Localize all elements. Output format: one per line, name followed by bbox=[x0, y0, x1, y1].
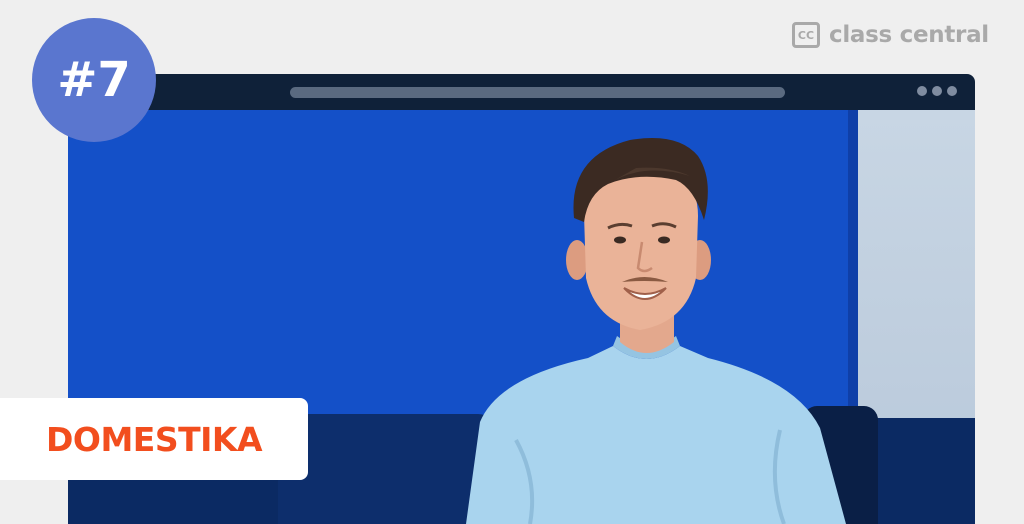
sweater bbox=[466, 346, 846, 524]
left-eye bbox=[614, 236, 626, 244]
provider-logo-card: DOMESTIKA bbox=[0, 398, 308, 480]
rank-badge: #7 bbox=[32, 18, 156, 142]
address-bar bbox=[290, 87, 785, 98]
class-central-wordmark: class central bbox=[829, 22, 989, 48]
domestika-logo: DOMESTIKA bbox=[46, 419, 263, 459]
browser-title-bar bbox=[68, 74, 975, 110]
right-eye bbox=[658, 236, 670, 244]
window-dot bbox=[947, 86, 957, 96]
class-central-logo-icon: CC bbox=[792, 22, 820, 48]
left-ear bbox=[566, 240, 588, 280]
window-dot bbox=[932, 86, 942, 96]
window-dots-icon bbox=[917, 86, 957, 96]
class-central-logo: CC class central bbox=[792, 22, 989, 48]
window-dot bbox=[917, 86, 927, 96]
